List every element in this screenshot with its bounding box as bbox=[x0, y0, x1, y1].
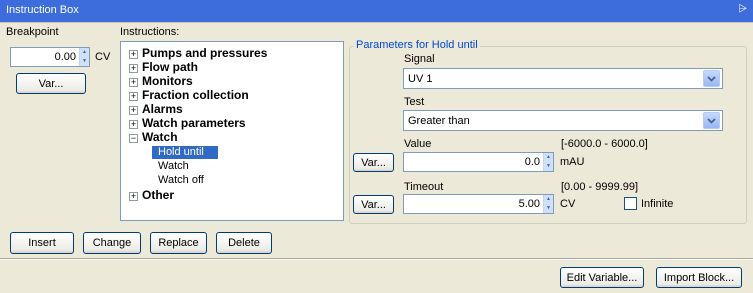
spin-up-icon[interactable]: ▲ bbox=[80, 48, 89, 57]
instructions-label: Instructions: bbox=[120, 26, 180, 38]
expand-plus-icon[interactable]: + bbox=[129, 78, 138, 87]
breakpoint-spinner[interactable]: 0.00 ▲ ▼ bbox=[10, 47, 90, 67]
breakpoint-value[interactable]: 0.00 bbox=[11, 51, 79, 63]
tree-item-other[interactable]: + Other bbox=[129, 189, 174, 202]
expand-plus-icon[interactable]: + bbox=[129, 106, 138, 115]
tree-item-fraction-collection[interactable]: + Fraction collection bbox=[129, 89, 249, 102]
edit-variable-button[interactable]: Edit Variable... bbox=[560, 267, 644, 288]
test-dropdown[interactable]: Greater than bbox=[403, 110, 723, 131]
tree-item-monitors[interactable]: + Monitors bbox=[129, 75, 193, 88]
value-input[interactable]: 0.0 bbox=[404, 156, 543, 168]
tree-item-alarms[interactable]: + Alarms bbox=[129, 103, 183, 116]
expand-plus-icon[interactable]: + bbox=[129, 192, 138, 201]
spin-down-icon[interactable]: ▼ bbox=[80, 57, 89, 66]
parameters-legend: Parameters for Hold until bbox=[354, 39, 480, 51]
chevron-down-icon[interactable] bbox=[703, 70, 720, 87]
breakpoint-var-button[interactable]: Var... bbox=[16, 73, 86, 94]
expand-plus-icon[interactable]: + bbox=[129, 50, 138, 59]
spin-up-icon[interactable]: ▲ bbox=[544, 153, 553, 162]
expand-plus-icon[interactable]: + bbox=[129, 120, 138, 129]
change-button[interactable]: Change bbox=[83, 232, 141, 254]
window-title: Instruction Box bbox=[6, 4, 79, 16]
timeout-input[interactable]: 5.00 bbox=[404, 198, 543, 210]
tree-item-watch[interactable]: − Watch bbox=[129, 131, 178, 144]
test-label: Test bbox=[404, 96, 425, 108]
tree-item-watch-parameters[interactable]: + Watch parameters bbox=[129, 117, 246, 130]
spin-down-icon[interactable]: ▼ bbox=[544, 162, 553, 171]
tree-item-hold-until[interactable]: Hold until bbox=[152, 146, 218, 159]
value-range: [-6000.0 - 6000.0] bbox=[561, 138, 648, 150]
timeout-spinner[interactable]: 5.00 ▲ ▼ bbox=[403, 194, 554, 214]
pin-icon[interactable]: ⩥ bbox=[738, 3, 747, 16]
infinite-checkbox[interactable] bbox=[624, 197, 637, 210]
chevron-down-icon[interactable] bbox=[703, 112, 720, 129]
spin-down-icon[interactable]: ▼ bbox=[544, 204, 553, 213]
value-unit: mAU bbox=[560, 156, 585, 168]
signal-label: Signal bbox=[404, 53, 435, 65]
spinner-arrows[interactable]: ▲ ▼ bbox=[543, 195, 553, 213]
tree-item-pumps[interactable]: + Pumps and pressures bbox=[129, 47, 267, 60]
breakpoint-unit: CV bbox=[95, 51, 111, 63]
timeout-var-button[interactable]: Var... bbox=[353, 195, 394, 214]
timeout-label: Timeout bbox=[404, 181, 444, 193]
timeout-unit: CV bbox=[560, 198, 576, 210]
instructions-tree[interactable]: + Pumps and pressures + Flow path + Monitor… bbox=[120, 41, 344, 221]
value-label: Value bbox=[404, 138, 432, 150]
test-value: Greater than bbox=[408, 114, 470, 127]
breakpoint-label: Breakpoint bbox=[6, 26, 59, 38]
tree-item-flow-path[interactable]: + Flow path bbox=[129, 61, 198, 74]
spinner-arrows[interactable]: ▲ ▼ bbox=[79, 48, 89, 66]
infinite-checkbox-row[interactable]: Infinite bbox=[624, 197, 673, 210]
spinner-arrows[interactable]: ▲ ▼ bbox=[543, 153, 553, 171]
tree-item-watch-child[interactable]: Watch bbox=[158, 160, 189, 173]
signal-dropdown[interactable]: UV 1 bbox=[403, 68, 723, 89]
signal-value: UV 1 bbox=[408, 72, 433, 85]
expand-plus-icon[interactable]: + bbox=[129, 92, 138, 101]
tree-item-watch-off[interactable]: Watch off bbox=[158, 174, 204, 187]
footer-divider-highlight bbox=[0, 259, 753, 260]
expand-plus-icon[interactable]: + bbox=[129, 64, 138, 73]
timeout-range: [0.00 - 9999.99] bbox=[561, 181, 639, 193]
infinite-label: Infinite bbox=[641, 197, 674, 210]
import-block-button[interactable]: Import Block... bbox=[656, 267, 742, 288]
value-var-button[interactable]: Var... bbox=[353, 153, 394, 172]
value-spinner[interactable]: 0.0 ▲ ▼ bbox=[403, 152, 554, 172]
collapse-minus-icon[interactable]: − bbox=[129, 134, 138, 143]
insert-button[interactable]: Insert bbox=[10, 232, 74, 254]
spin-up-icon[interactable]: ▲ bbox=[544, 195, 553, 204]
delete-button[interactable]: Delete bbox=[216, 232, 272, 254]
replace-button[interactable]: Replace bbox=[150, 232, 207, 254]
title-bar: Instruction Box ⩥ bbox=[0, 0, 753, 22]
